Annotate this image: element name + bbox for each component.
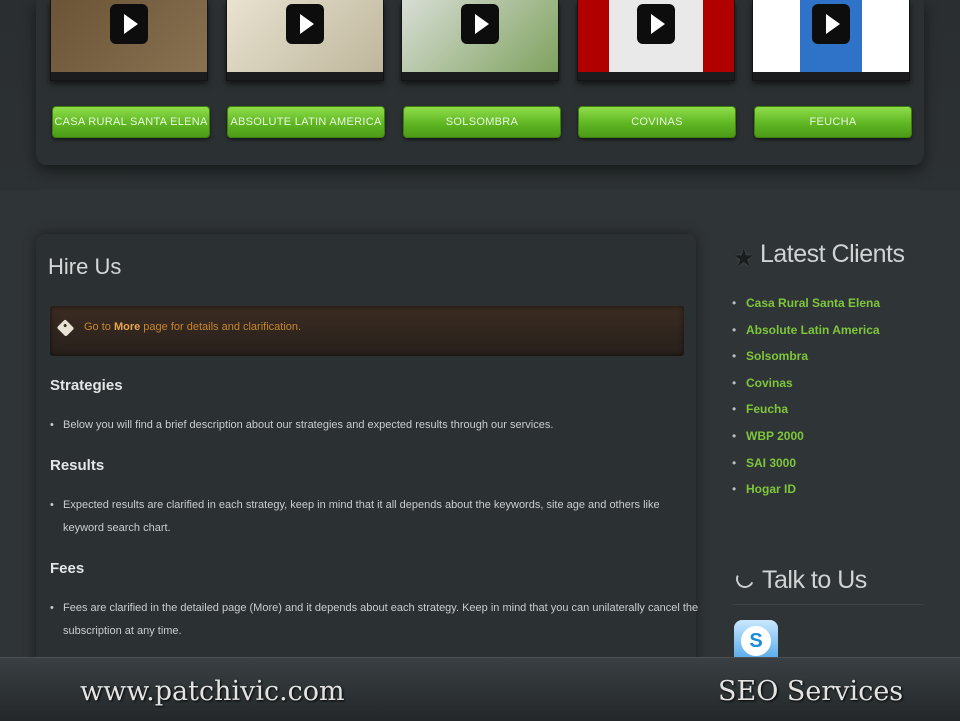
more-link[interactable]: More <box>114 321 140 333</box>
latest-clients-title: Latest Clients <box>760 240 905 268</box>
play-icon[interactable] <box>110 4 148 44</box>
video-progress-bar <box>227 72 383 80</box>
play-icon[interactable] <box>812 4 850 44</box>
client-link[interactable]: Solsombra <box>732 345 880 372</box>
video-progress-bar <box>753 72 909 80</box>
play-icon[interactable] <box>637 4 675 44</box>
notice-prefix: Go to <box>84 321 114 333</box>
video-thumbnail-1[interactable] <box>50 0 208 81</box>
client-link[interactable]: SAI 3000 <box>732 452 880 479</box>
portfolio-button-covinas[interactable]: COVINAS <box>578 106 736 138</box>
results-heading: Results <box>50 457 105 474</box>
strategies-text: Below you will find a brief description … <box>50 414 703 437</box>
play-icon[interactable] <box>286 4 324 44</box>
play-icon[interactable] <box>461 4 499 44</box>
sidebar-divider <box>732 604 924 605</box>
notice-text: Go to More page for details and clarific… <box>84 321 301 333</box>
hire-us-title: Hire Us <box>48 254 122 279</box>
client-link[interactable]: Absolute Latin America <box>732 319 880 346</box>
latest-clients-list: Casa Rural Santa Elena Absolute Latin Am… <box>732 292 880 505</box>
star-icon: ★ <box>733 245 755 272</box>
client-link[interactable]: WBP 2000 <box>732 425 880 452</box>
info-notice: Go to More page for details and clarific… <box>50 306 684 356</box>
client-link[interactable]: Casa Rural Santa Elena <box>732 292 880 319</box>
client-link[interactable]: Hogar ID <box>732 478 880 505</box>
client-link[interactable]: Covinas <box>732 372 880 399</box>
portfolio-button-solsombra[interactable]: SOLSOMBRA <box>403 106 561 138</box>
footer-website: www.patchivic.com <box>80 676 345 707</box>
client-link[interactable]: Feucha <box>732 398 880 425</box>
results-text: Expected results are clarified in each s… <box>50 494 703 540</box>
chat-icon <box>733 567 757 591</box>
portfolio-button-casa-rural[interactable]: CASA RURAL SANTA ELENA <box>52 106 210 138</box>
footer-service: SEO Services <box>718 676 904 707</box>
fees-heading: Fees <box>50 560 85 577</box>
portfolio-button-absolute-latin-america[interactable]: ABSOLUTE LATIN AMERICA <box>227 106 385 138</box>
video-progress-bar <box>402 72 558 80</box>
talk-to-us-title: Talk to Us <box>762 566 867 594</box>
portfolio-button-feucha[interactable]: FEUCHA <box>754 106 912 138</box>
video-thumbnail-2[interactable] <box>226 0 384 81</box>
video-thumbnail-5[interactable] <box>752 0 910 81</box>
strategies-heading: Strategies <box>50 377 123 394</box>
fees-text: Fees are clarified in the detailed page … <box>50 597 703 643</box>
video-progress-bar <box>51 72 207 80</box>
tag-icon <box>56 319 75 337</box>
video-progress-bar <box>578 72 734 80</box>
notice-suffix: page for details and clarification. <box>140 321 302 333</box>
video-thumbnail-4[interactable] <box>577 0 735 81</box>
video-thumbnail-3[interactable] <box>401 0 559 81</box>
